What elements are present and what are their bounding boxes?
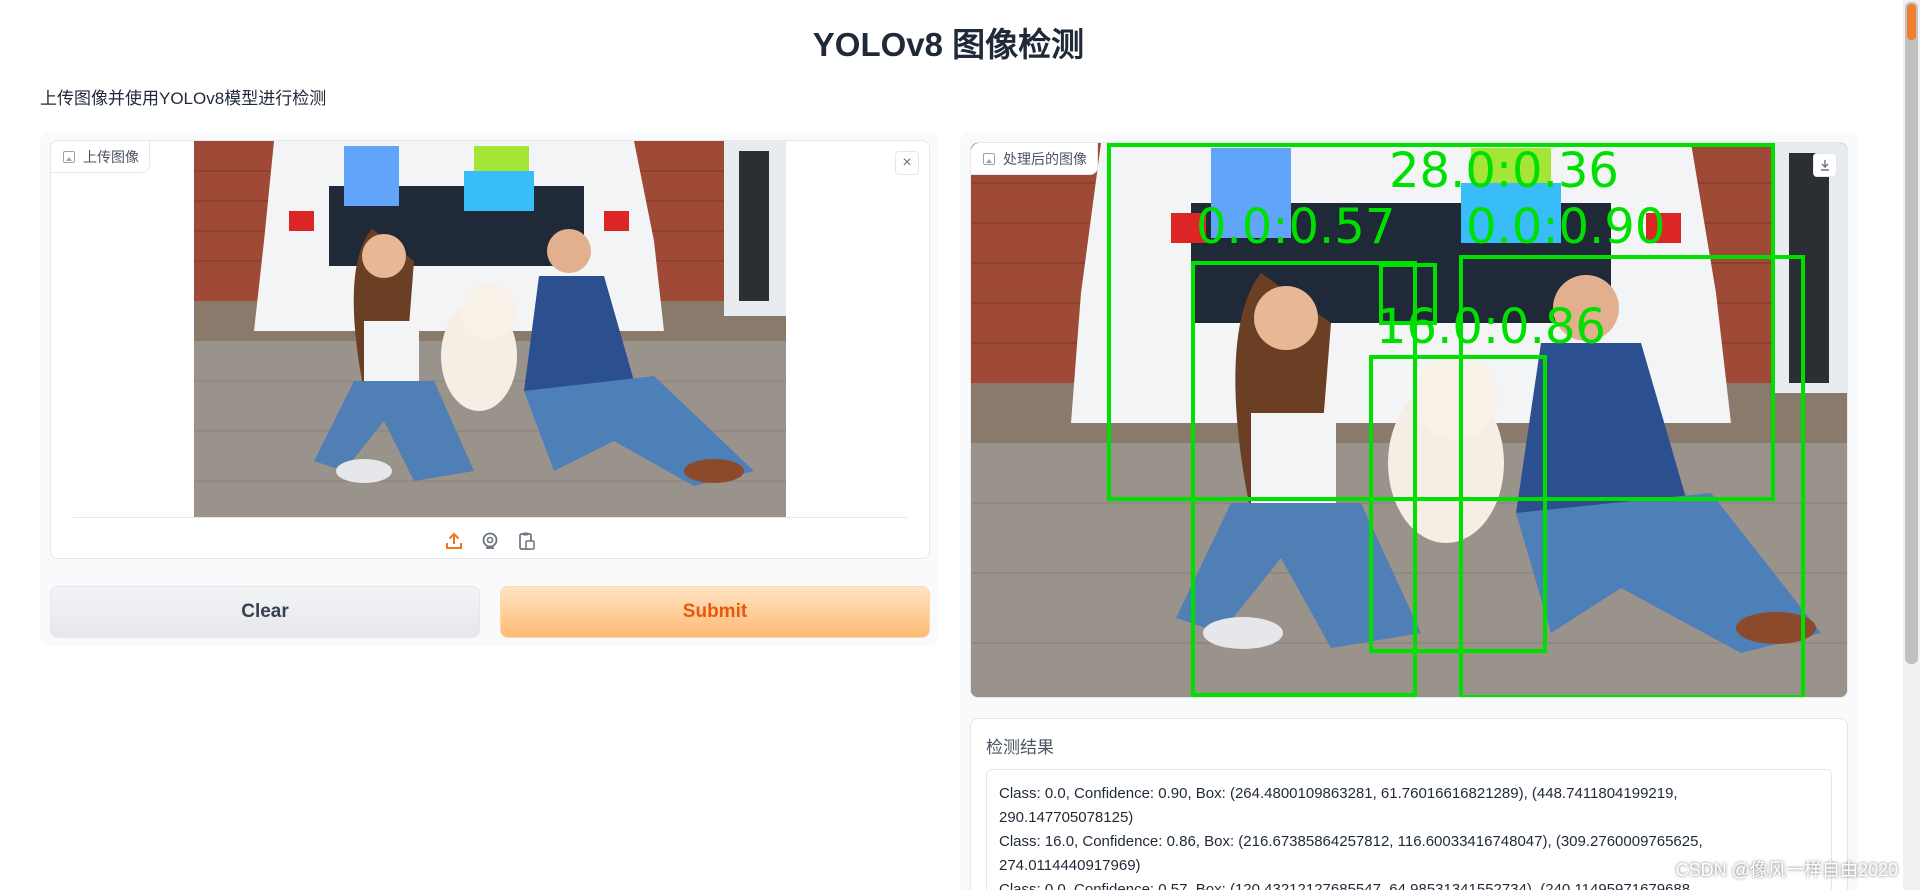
detection-label: 0.0:0.90 <box>1466 199 1665 255</box>
page-subtitle: 上传图像并使用YOLOv8模型进行检测 <box>40 89 327 108</box>
output-panel: 处理后的图像 28.0:0.36 0.0:0.57 0.0:0.90 16.0:… <box>960 132 1858 890</box>
detection-label: 28.0:0.36 <box>1389 143 1619 199</box>
clipboard-icon[interactable] <box>514 529 538 553</box>
scrollbar-thumb[interactable] <box>1905 2 1918 664</box>
clear-button[interactable]: Clear <box>50 586 480 638</box>
watermark: CSDN @像风一样自由2020 <box>1675 860 1898 880</box>
input-panel: 上传图像 × Clear Submit <box>40 132 939 646</box>
detection-label: 0.0:0.57 <box>1196 199 1395 255</box>
download-icon[interactable] <box>1813 153 1837 177</box>
close-icon[interactable]: × <box>895 151 919 175</box>
divider <box>73 517 907 518</box>
page-scrollbar[interactable] <box>1903 0 1920 890</box>
image-upload[interactable]: 上传图像 × <box>50 140 930 559</box>
input-image-label: 上传图像 <box>51 141 150 173</box>
source-selector <box>51 529 929 555</box>
detection-label: 16.0:0.86 <box>1376 299 1606 355</box>
image-icon <box>63 150 75 163</box>
webcam-icon[interactable] <box>478 529 502 553</box>
input-image-label-text: 上传图像 <box>83 148 139 165</box>
result-line: 290.147705078125) <box>999 809 1134 826</box>
page-title: YOLOv8 图像检测 <box>812 26 1085 63</box>
output-image-label-text: 处理后的图像 <box>1003 150 1087 167</box>
results-label: 检测结果 <box>986 738 1054 757</box>
submit-button[interactable]: Submit <box>500 586 930 638</box>
scroll-marker <box>1907 4 1916 40</box>
output-image-block: 处理后的图像 28.0:0.36 0.0:0.57 0.0:0.90 16.0:… <box>970 142 1848 698</box>
upload-icon[interactable] <box>442 529 466 553</box>
result-line: Class: 0.0, Confidence: 0.90, Box: (264.… <box>999 785 1678 802</box>
output-image-label: 处理后的图像 <box>971 143 1098 175</box>
image-icon <box>983 152 995 165</box>
input-photo <box>194 141 786 517</box>
result-line: Class: 16.0, Confidence: 0.86, Box: (216… <box>999 833 1703 850</box>
output-image: 28.0:0.36 0.0:0.57 0.0:0.90 16.0:0.86 <box>971 143 1847 697</box>
input-image <box>194 141 786 517</box>
